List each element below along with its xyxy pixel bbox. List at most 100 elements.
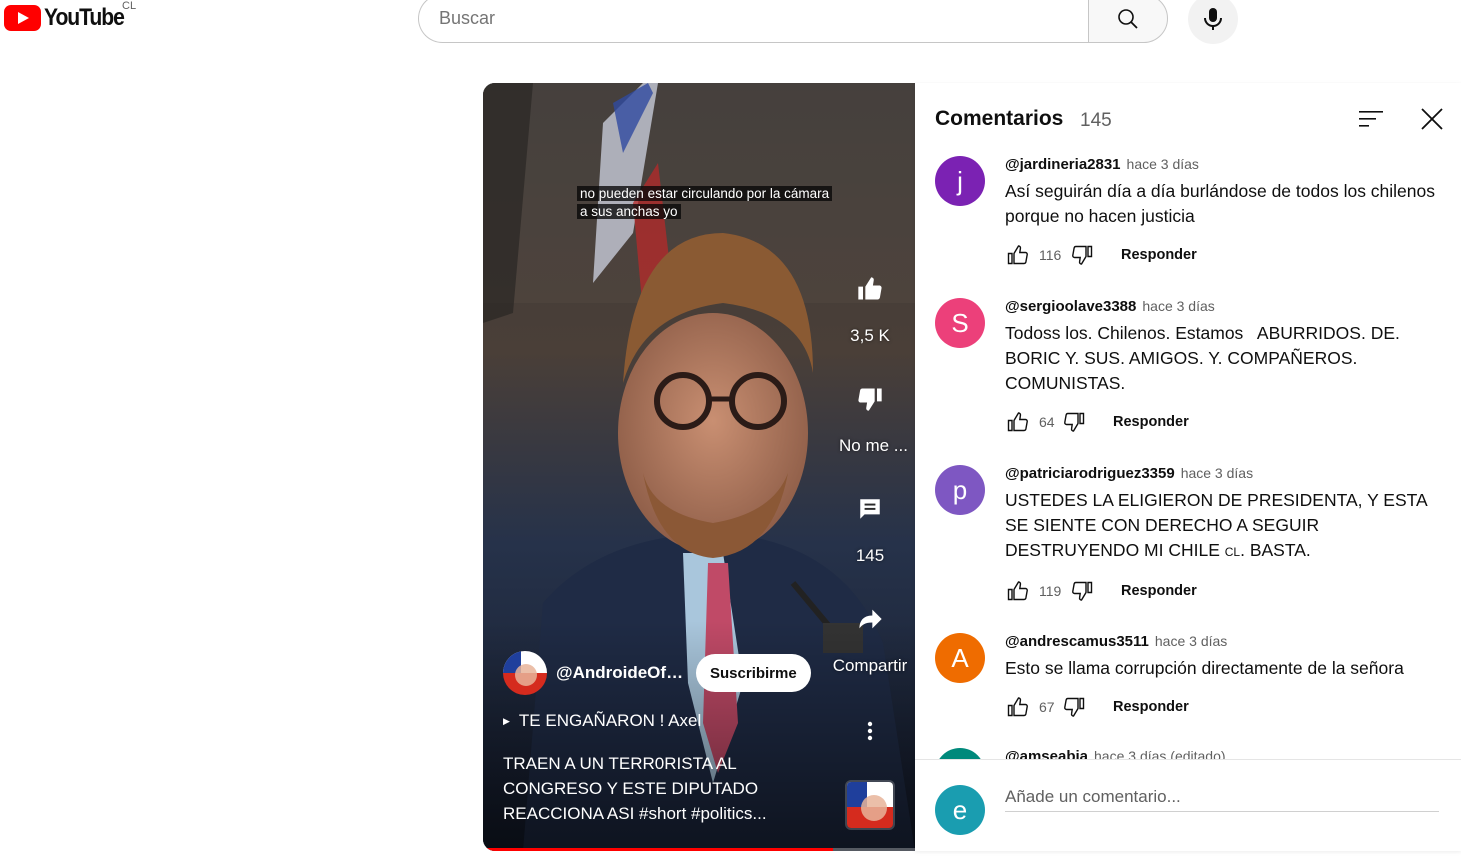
like-button[interactable] bbox=[840, 259, 900, 319]
voice-search-button[interactable] bbox=[1188, 0, 1238, 44]
comments-header-count: 145 bbox=[1080, 110, 1112, 131]
comment-dislike-button[interactable] bbox=[1069, 578, 1095, 604]
sort-icon bbox=[1359, 111, 1383, 127]
comment-actions: 119 Responder bbox=[1005, 577, 1445, 605]
comment-author[interactable]: @patriciarodriguez3359 bbox=[1005, 465, 1175, 482]
comment-author[interactable]: @amseabia bbox=[1005, 748, 1088, 759]
comment-like-button[interactable] bbox=[1005, 409, 1031, 435]
comments-title: Comentarios bbox=[935, 107, 1064, 130]
comment-avatar[interactable] bbox=[935, 748, 985, 759]
share-label: Compartir bbox=[832, 656, 908, 675]
comment-avatar[interactable]: p bbox=[935, 465, 985, 515]
comments-header: Comentarios 145 bbox=[915, 83, 1461, 153]
comment-avatar[interactable]: S bbox=[935, 298, 985, 348]
comment-like-button[interactable] bbox=[1005, 242, 1031, 268]
youtube-logo[interactable]: YouTube bbox=[4, 4, 135, 32]
sort-button[interactable] bbox=[1356, 105, 1386, 133]
playlist-link[interactable]: ▶ TE ENGAÑARON ! Axel bbox=[503, 711, 701, 731]
comment-actions: 67 Responder bbox=[1005, 693, 1445, 721]
comment-meta: @patriciarodriguez3359 hace 3 días bbox=[1005, 465, 1445, 482]
comments-list[interactable]: j @jardineria2831 hace 3 días Así seguir… bbox=[915, 153, 1461, 759]
more-options-button[interactable] bbox=[859, 716, 881, 746]
comment-body: @patriciarodriguez3359 hace 3 días USTED… bbox=[1005, 465, 1445, 605]
video-title[interactable]: TRAEN A UN TERR0RISTA AL CONGRESO Y ESTE… bbox=[503, 751, 793, 826]
comment-author[interactable]: @jardineria2831 bbox=[1005, 156, 1121, 173]
comment-text: USTEDES LA ELIGIERON DE PRESIDENTA, Y ES… bbox=[1005, 488, 1445, 565]
comments-button[interactable] bbox=[840, 479, 900, 539]
comment-text: Esto se llama corrupción directamente de… bbox=[1005, 658, 1404, 678]
share-button[interactable] bbox=[840, 589, 900, 649]
comment-text-part: . BASTA. bbox=[1240, 540, 1311, 560]
caption-line-2: a sus anchas yo bbox=[577, 204, 681, 219]
chile-flag-avatar-icon bbox=[503, 651, 547, 695]
logo-text: YouTube bbox=[44, 4, 125, 31]
share-action: Compartir bbox=[828, 589, 912, 676]
comment-dislike-button[interactable] bbox=[1069, 242, 1095, 268]
chile-flag-sound-icon bbox=[847, 782, 893, 828]
sound-thumbnail[interactable] bbox=[845, 780, 895, 830]
shorts-player[interactable]: no pueden estar circulando por la cámara… bbox=[483, 83, 915, 851]
caption-line-1: no pueden estar circulando por la cámara bbox=[577, 186, 833, 201]
comment-text: Así seguirán día a día burlándose de tod… bbox=[1005, 181, 1436, 226]
thumbs-down-outline-icon bbox=[1072, 245, 1093, 265]
search-button[interactable] bbox=[1088, 0, 1168, 43]
comment-dislike-button[interactable] bbox=[1061, 409, 1087, 435]
comment-like-count: 119 bbox=[1039, 583, 1062, 599]
channel-row: @AndroideOfficial Suscribirme bbox=[503, 651, 811, 695]
comments-panel: Comentarios 145 j @jardineria2831 hace 3… bbox=[915, 83, 1461, 851]
more-vertical-icon bbox=[867, 721, 873, 741]
thumbs-down-outline-icon bbox=[1064, 412, 1085, 432]
comment-author[interactable]: @sergioolave3388 bbox=[1005, 298, 1136, 315]
comment-meta: @sergioolave3388 hace 3 días bbox=[1005, 298, 1445, 315]
add-comment-input[interactable] bbox=[1005, 782, 1439, 812]
video-progress-fill bbox=[483, 848, 833, 851]
search-input[interactable] bbox=[439, 8, 1089, 29]
comment-author[interactable]: @andrescamus3511 bbox=[1005, 633, 1149, 650]
comment-time[interactable]: hace 3 días bbox=[1181, 465, 1253, 481]
comment-reply-button[interactable]: Responder bbox=[1121, 583, 1197, 599]
thumbs-down-outline-icon bbox=[1072, 581, 1093, 601]
comment-actions: 116 Responder bbox=[1005, 241, 1445, 269]
thumbs-up-icon bbox=[858, 277, 882, 300]
comment-dislike-button[interactable] bbox=[1061, 694, 1087, 720]
channel-avatar[interactable] bbox=[503, 651, 547, 695]
comment-body: @sergioolave3388 hace 3 días Todoss los.… bbox=[1005, 298, 1445, 436]
dislike-button[interactable] bbox=[840, 369, 900, 429]
comment-text: Todoss los. Chilenos. Estamos ABURRIDOS.… bbox=[1005, 323, 1405, 393]
comment-reply-button[interactable]: Responder bbox=[1113, 699, 1189, 715]
top-bar: YouTube CL bbox=[0, 0, 1461, 56]
comment-avatar[interactable]: A bbox=[935, 633, 985, 683]
comment-reply-button[interactable]: Responder bbox=[1113, 414, 1189, 430]
like-action: 3,5 K bbox=[839, 259, 901, 346]
youtube-play-icon bbox=[4, 5, 41, 31]
video-progress-bar[interactable] bbox=[483, 848, 915, 851]
comments-action: 145 bbox=[839, 479, 901, 566]
comment-actions: 64 Responder bbox=[1005, 408, 1445, 436]
microphone-icon bbox=[1204, 8, 1222, 30]
comment-time[interactable]: hace 3 días bbox=[1155, 633, 1227, 649]
comment-time[interactable]: hace 3 días bbox=[1142, 298, 1214, 314]
comment-time[interactable]: hace 3 días bbox=[1127, 156, 1199, 172]
video-caption: no pueden estar circulando por la cámara… bbox=[577, 185, 833, 221]
search-box bbox=[418, 0, 1089, 43]
current-user-avatar[interactable]: e bbox=[935, 785, 985, 835]
comments-count: 145 bbox=[855, 546, 885, 565]
comment-meta: @jardineria2831 hace 3 días bbox=[1005, 156, 1445, 173]
add-comment-bar: e bbox=[915, 759, 1461, 851]
comment-text-part: USTEDES LA ELIGIERON DE PRESIDENTA, Y ES… bbox=[1005, 490, 1427, 560]
comment-reply-button[interactable]: Responder bbox=[1121, 247, 1197, 263]
comment-icon bbox=[860, 499, 880, 519]
comment-time[interactable]: hace 3 días (editado) bbox=[1094, 748, 1226, 759]
subscribe-button[interactable]: Suscribirme bbox=[696, 654, 811, 692]
thumbs-up-outline-icon bbox=[1007, 581, 1028, 601]
comment-like-count: 116 bbox=[1039, 247, 1062, 263]
close-comments-button[interactable] bbox=[1417, 104, 1447, 134]
channel-name[interactable]: @AndroideOfficial bbox=[556, 663, 686, 683]
like-count: 3,5 K bbox=[850, 326, 890, 345]
comment-like-button[interactable] bbox=[1005, 694, 1031, 720]
search-icon bbox=[1118, 8, 1138, 29]
thumbs-up-outline-icon bbox=[1007, 245, 1028, 265]
comment-like-button[interactable] bbox=[1005, 578, 1031, 604]
thumbs-down-outline-icon bbox=[1064, 697, 1085, 717]
comment-avatar[interactable]: j bbox=[935, 156, 985, 206]
